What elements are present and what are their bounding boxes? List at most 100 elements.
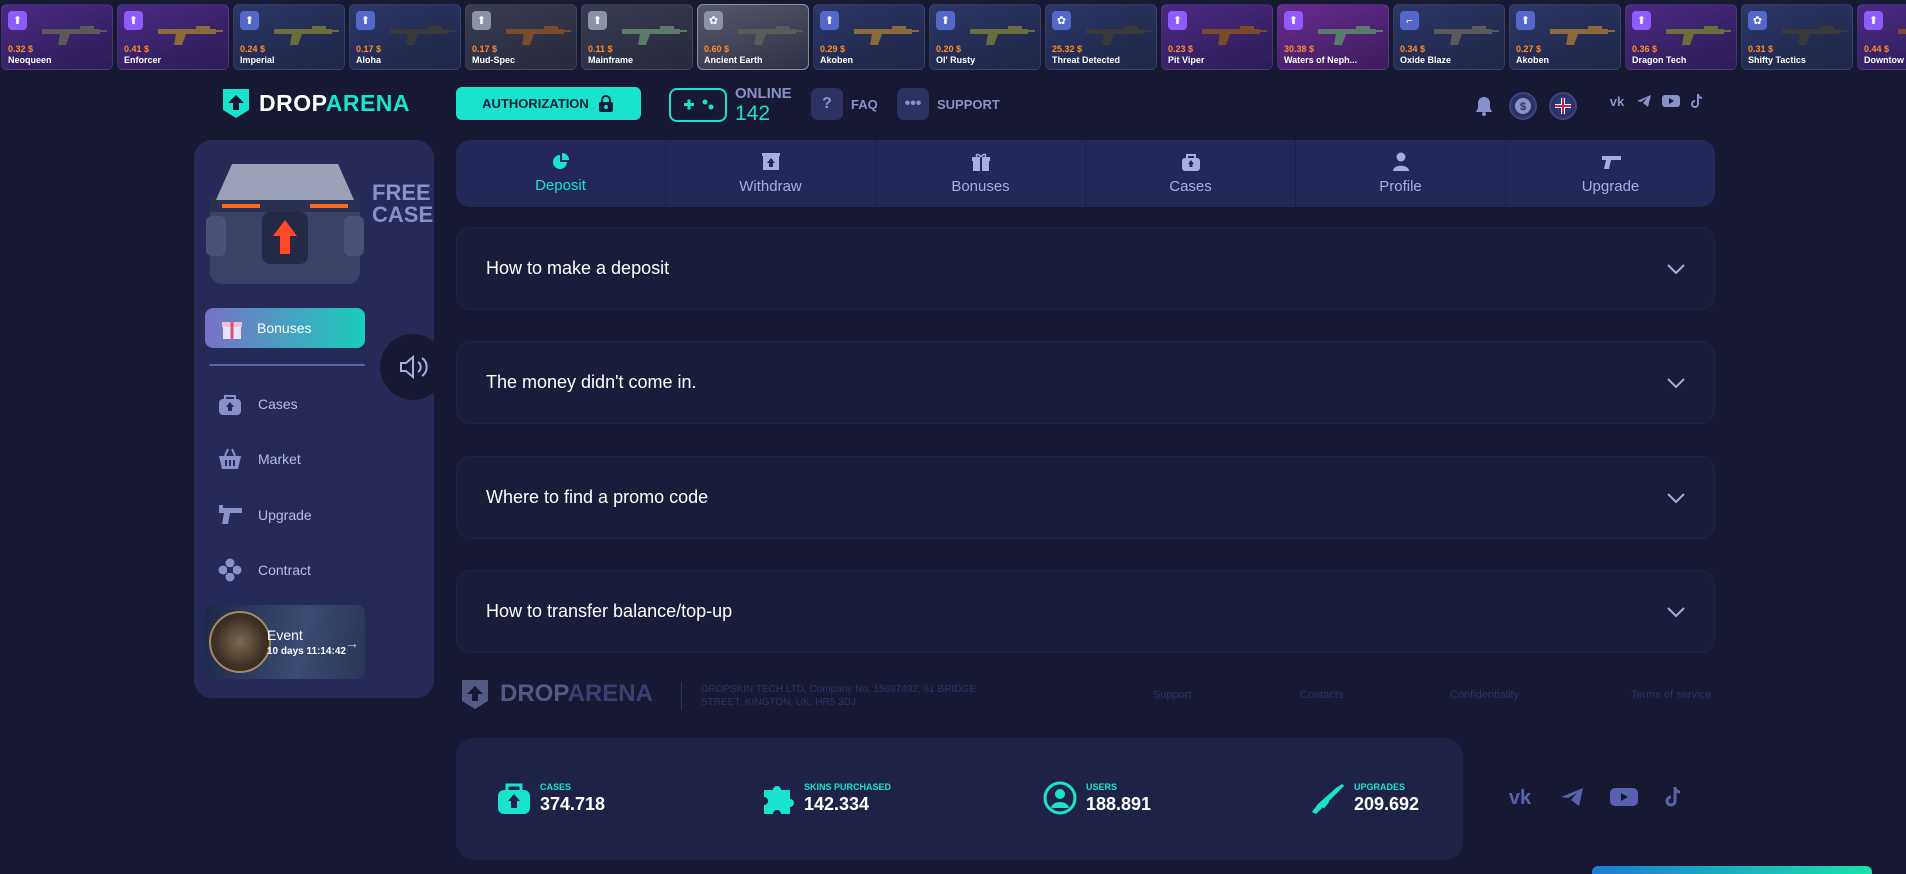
sidebar-item-contract[interactable]: Contract — [216, 556, 311, 584]
logo-icon — [462, 680, 488, 709]
faq-item[interactable]: How to transfer balance/top-up — [456, 570, 1715, 653]
drop-skin-name: Ol' Rusty — [936, 55, 976, 65]
tab-cases[interactable]: Cases — [1086, 140, 1296, 207]
tiktok-icon[interactable] — [1689, 92, 1705, 110]
site-logo[interactable]: DROPARENA — [219, 86, 410, 120]
header-utility-icons: $ — [1471, 92, 1577, 120]
language-flag-icon[interactable] — [1549, 92, 1577, 120]
drop-card[interactable]: ⬆ 0.32 $ Neoqueen — [1, 4, 113, 70]
faq-item[interactable]: How to make a deposit — [456, 227, 1715, 310]
telegram-icon[interactable] — [1635, 92, 1653, 110]
footer-logo[interactable]: DROPARENA — [458, 677, 653, 711]
user-icon — [1392, 152, 1409, 171]
tab-upgrade[interactable]: Upgrade — [1506, 140, 1715, 207]
drop-card[interactable]: ✿ 0.31 $ Shifty Tactics — [1741, 4, 1853, 70]
sidebar-item-upgrade[interactable]: Upgrade — [216, 501, 312, 529]
weapon-skin-icon — [854, 26, 919, 45]
case-badge-icon: ⬆ — [1864, 11, 1883, 30]
sidebar-item-cases[interactable]: Cases — [216, 390, 298, 418]
sound-toggle-button[interactable] — [380, 334, 446, 400]
drop-card[interactable]: ⬆ 0.17 $ Mud-Spec — [465, 4, 577, 70]
drop-card[interactable]: ⬆ 0.24 $ Imperial — [233, 4, 345, 70]
support-button[interactable]: ••• SUPPORT — [897, 88, 1000, 120]
sidebar-divider — [209, 364, 365, 366]
drop-price: 0.32 $ — [8, 44, 34, 54]
drop-skin-name: Enforcer — [124, 55, 162, 65]
tiktok-icon[interactable] — [1663, 785, 1685, 809]
footer-social-icons: vk — [1505, 785, 1685, 809]
drop-card[interactable]: ⬆ 0.11 $ Mainframe — [581, 4, 693, 70]
drop-price: 0.23 $ — [1168, 44, 1194, 54]
vk-icon[interactable]: vk — [1505, 785, 1535, 809]
upgrade-badge-icon: ⌐ — [1400, 11, 1419, 30]
weapon-skin-icon — [1550, 26, 1615, 45]
youtube-icon[interactable] — [1661, 92, 1681, 110]
telegram-icon[interactable] — [1559, 785, 1585, 809]
event-arrow-icon: → — [345, 635, 359, 651]
drop-price: 0.17 $ — [472, 44, 498, 54]
drop-card[interactable]: ⬆ 0.41 $ Enforcer — [117, 4, 229, 70]
footer-link-confidentiality[interactable]: Confidentiality — [1450, 689, 1519, 701]
drop-price: 0.41 $ — [124, 44, 150, 54]
weapon-skin-icon — [390, 26, 455, 45]
drop-skin-name: Akoben — [820, 55, 854, 65]
case-badge-icon: ⬆ — [356, 11, 375, 30]
drop-price: 0.36 $ — [1632, 44, 1658, 54]
bonuses-button[interactable]: Bonuses — [205, 308, 365, 348]
drop-skin-name: Waters of Neph... — [1284, 55, 1358, 65]
footer-link-contacts[interactable]: Contacts — [1300, 689, 1343, 701]
vk-icon[interactable]: vk — [1607, 92, 1627, 110]
drop-card[interactable]: ⬆ 0.36 $ Dragon Tech — [1625, 4, 1737, 70]
case-badge-icon: ⬆ — [1168, 11, 1187, 30]
drop-skin-name: Mud-Spec — [472, 55, 516, 65]
drop-skin-name: Oxide Blaze — [1400, 55, 1452, 65]
tab-label: Deposit — [535, 177, 586, 194]
stat-label: SKINS PURCHASED — [804, 781, 892, 792]
drop-price: 30.38 $ — [1284, 44, 1315, 54]
drop-card[interactable]: ⌐ 0.34 $ Oxide Blaze — [1393, 4, 1505, 70]
case-badge-icon: ⬆ — [1516, 11, 1535, 30]
footer-link-terms[interactable]: Terms of service — [1631, 689, 1711, 701]
event-banner[interactable]: Event 10 days 11:14:42 → — [205, 605, 365, 679]
stat-label: UPGRADES — [1354, 781, 1406, 792]
drop-card[interactable]: ✿ 0.60 $ Ancient Earth — [697, 4, 809, 70]
case-icon — [498, 783, 530, 814]
stat-cases: CASES 374.718 — [496, 780, 605, 816]
tab-withdraw[interactable]: Withdraw — [666, 140, 876, 207]
youtube-icon[interactable] — [1609, 785, 1639, 809]
drop-card[interactable]: ⬆ 0.29 $ Akoben — [813, 4, 925, 70]
free-case-image[interactable] — [202, 156, 368, 291]
upgrade-gun-icon — [216, 501, 244, 529]
withdraw-icon — [761, 153, 780, 170]
footer-link-support[interactable]: Support — [1153, 689, 1192, 701]
drop-card[interactable]: ⬆ 0.44 $ Downtow — [1857, 4, 1906, 70]
contract-badge-icon: ✿ — [1748, 11, 1767, 30]
stat-value: 142.334 — [804, 793, 870, 814]
drop-card[interactable]: ⬆ 30.38 $ Waters of Neph... — [1277, 4, 1389, 70]
bell-icon[interactable] — [1471, 93, 1497, 119]
faq-item[interactable]: Where to find a promo code — [456, 456, 1715, 539]
faq-item[interactable]: The money didn't come in. — [456, 341, 1715, 424]
authorization-button[interactable]: AUTHORIZATION — [456, 87, 641, 120]
drop-price: 0.31 $ — [1748, 44, 1774, 54]
svg-text:vk: vk — [1509, 787, 1532, 809]
currency-icon[interactable]: $ — [1509, 92, 1537, 120]
sidebar: FREE CASE Bonuses Cases Market Upgrade C… — [194, 140, 446, 698]
tab-bonuses[interactable]: Bonuses — [876, 140, 1086, 207]
drop-card[interactable]: ⬆ 0.17 $ Aloha — [349, 4, 461, 70]
chat-widget-tab[interactable] — [1592, 866, 1872, 874]
drop-card[interactable]: ⬆ 0.20 $ Ol' Rusty — [929, 4, 1041, 70]
tab-profile[interactable]: Profile — [1296, 140, 1506, 207]
sidebar-item-market[interactable]: Market — [216, 445, 301, 473]
steam-lock-icon — [598, 94, 613, 112]
weapon-skin-icon — [738, 26, 803, 45]
drop-skin-name: Aloha — [356, 55, 382, 65]
tab-deposit[interactable]: Deposit — [456, 140, 666, 207]
weapon-skin-icon — [1202, 26, 1267, 45]
stat-upgrades: UPGRADES 209.692 — [1308, 780, 1419, 816]
drop-card[interactable]: ✿ 25.32 $ Threat Detected — [1045, 4, 1157, 70]
faq-button[interactable]: ? FAQ — [811, 88, 878, 120]
drop-card[interactable]: ⬆ 0.27 $ Akoben — [1509, 4, 1621, 70]
drop-card[interactable]: ⬆ 0.23 $ Pit Viper — [1161, 4, 1273, 70]
drop-skin-name: Shifty Tactics — [1748, 55, 1806, 65]
